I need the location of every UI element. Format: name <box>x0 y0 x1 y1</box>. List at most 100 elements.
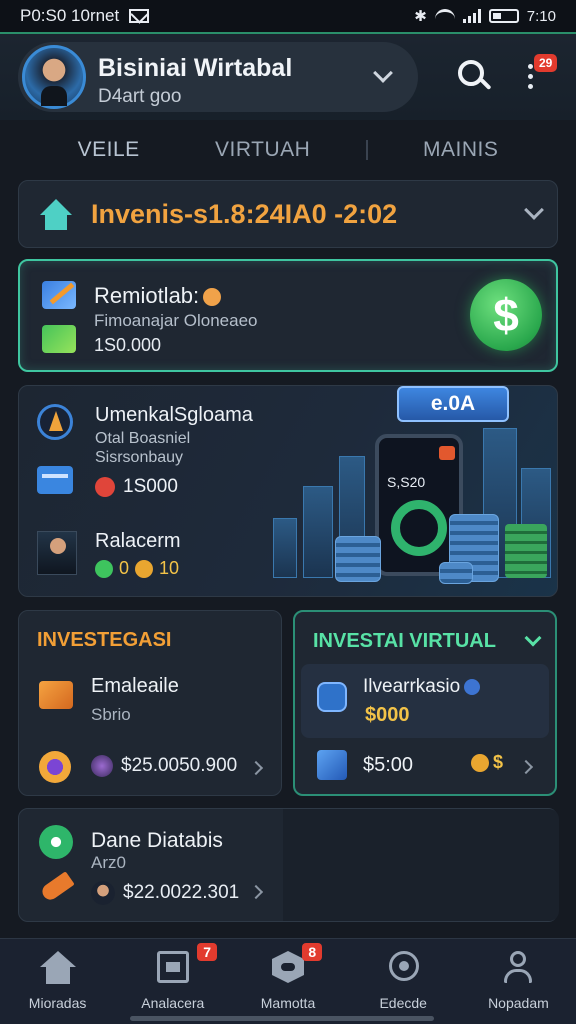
home-indicator[interactable] <box>130 1016 434 1021</box>
tools-icon <box>42 281 76 309</box>
coin-icon <box>91 755 113 777</box>
info-icon <box>464 678 481 695</box>
virtual-amount: $5:00 <box>363 754 414 776</box>
investasi-virtual-card[interactable]: INVESTAI VIRTUAL Ilvearrkasio $000 $5:00… <box>293 610 557 796</box>
bottom-nav: Mioradas 7 Analacera 8 Mamotta Edecde No… <box>0 938 576 1024</box>
notification-badge: 29 <box>534 54 558 72</box>
investasi-amount: $25.0050.900 <box>91 755 237 777</box>
nav-label: Analacera <box>141 995 205 1011</box>
portfolio-hero-card[interactable]: UmenkalSgloama Otal Boasniel Sisrsonbauy… <box>18 385 558 597</box>
account-switcher[interactable]: Bisiniai Wirtabal D4art goo <box>18 42 418 112</box>
nav-item-analacera[interactable]: 7 Analacera <box>115 939 230 1024</box>
hero-title: UmenkalSgloama <box>95 404 253 426</box>
face-icon <box>385 951 421 985</box>
nav-label: Mioradas <box>28 995 87 1011</box>
nav-item-nopadam[interactable]: Nopadam <box>461 939 576 1024</box>
dane-subtitle: Arz0 <box>91 853 126 872</box>
hero-points: 1S000 <box>95 476 178 498</box>
status-time: P0:S0 10rnet <box>20 6 120 25</box>
hero-subtitle-2: Sisrsonbauy <box>95 449 184 466</box>
money-icon <box>42 325 76 353</box>
investasi-item-subtitle: Sbrio <box>91 705 131 724</box>
cash-icon <box>505 524 547 578</box>
virtual-item-name: Ilvearrkasio <box>363 676 481 698</box>
avatar <box>91 881 115 905</box>
dane-card[interactable]: Dane Diatabis Arz0 $22.0022.301 <box>18 808 559 922</box>
chevron-right-icon[interactable] <box>518 759 534 775</box>
promo-amount: 1S0.000 <box>94 335 162 355</box>
virtual-item[interactable]: Ilvearrkasio $000 <box>301 664 549 738</box>
tab-veile[interactable]: VEILE <box>58 130 160 170</box>
investasi-virtual-title: INVESTAI VIRTUAL <box>313 630 496 652</box>
chevron-down-icon[interactable] <box>373 63 393 83</box>
nav-item-mioradas[interactable]: Mioradas <box>0 939 115 1024</box>
investasi-card[interactable]: INVESTEGASI Emaleaile Sbrio $25.0050.900 <box>18 610 282 796</box>
hero-subtitle: Otal Boasniel <box>95 430 191 447</box>
signal-icon <box>462 9 481 23</box>
nav-item-edecde[interactable]: Edecde <box>346 939 461 1024</box>
nav-label: Nopadam <box>488 995 549 1011</box>
battery-icon <box>488 9 519 23</box>
virtual-coin: $ <box>471 752 503 773</box>
gold-coin-icon <box>135 559 154 578</box>
tab-virtuah[interactable]: VIRTUAH <box>195 130 330 170</box>
nav-item-mamotta[interactable]: 8 Mamotta <box>230 939 345 1024</box>
cube-icon <box>317 750 347 780</box>
promo-subtitle: Fimoanajar Oloneaeo <box>94 311 258 330</box>
investasi-item-name: Emaleaile <box>91 675 179 697</box>
dane-panel <box>283 809 559 921</box>
tab-divider <box>365 140 368 160</box>
status-bar: P0:S0 10rnet ✱ 7:10 <box>0 0 576 32</box>
box-icon <box>39 681 73 709</box>
flower-icon <box>39 751 71 783</box>
compass-icon <box>37 404 73 440</box>
green-coin-icon <box>95 559 113 578</box>
virtual-item-value: $000 <box>365 704 410 726</box>
tab-mainis[interactable]: MAINIS <box>403 130 518 170</box>
nav-badge: 8 <box>302 943 323 961</box>
gallery-icon <box>155 951 191 985</box>
coin-stack-icon <box>439 562 473 584</box>
gear-icon <box>39 825 73 859</box>
gold-coin-icon <box>471 753 489 772</box>
profile-icon <box>500 951 536 985</box>
hero-name: Ralacerm <box>95 530 181 552</box>
hexagon-icon <box>270 951 306 985</box>
nav-badge: 7 <box>197 943 217 961</box>
promo-card[interactable]: Remiotlab: Fimoanajar Oloneaeo 1S0.000 $ <box>18 259 558 372</box>
investasi-title: INVESTEGASI <box>37 629 172 651</box>
chevron-right-icon[interactable] <box>248 884 264 900</box>
account-subtitle: D4art goo <box>98 86 182 107</box>
search-button[interactable] <box>458 60 492 94</box>
dane-title: Dane Diatabis <box>91 829 223 852</box>
chevron-down-icon[interactable] <box>524 629 542 647</box>
home-icon <box>39 951 76 985</box>
user-photo <box>37 531 77 575</box>
rate-chip[interactable]: e.0A <box>397 386 509 422</box>
avatar[interactable] <box>22 45 86 109</box>
app-header: Bisiniai Wirtabal D4art goo 29 <box>0 32 576 120</box>
dane-amount: $22.0022.301 <box>91 881 239 905</box>
tab-bar: VEILE VIRTUAH MAINIS <box>0 120 576 180</box>
hexagon-icon <box>317 682 347 712</box>
nav-label: Edecde <box>379 995 427 1011</box>
wifi-icon <box>434 9 455 23</box>
vibrate-icon: ✱ <box>414 8 427 25</box>
coin-stack-icon <box>335 536 381 582</box>
account-name: Bisiniai Wirtabal <box>98 54 293 82</box>
nav-label: Mamotta <box>260 995 316 1011</box>
points-icon <box>95 477 115 497</box>
period-filter-dropdown[interactable]: Invenis-s1.8:24IA0 -2:02 <box>18 180 558 248</box>
home-icon <box>39 199 73 231</box>
rocket-icon <box>39 871 75 903</box>
credit-card-icon <box>37 466 73 494</box>
progress-ring <box>391 500 447 556</box>
status-clock: 7:10 <box>526 7 556 25</box>
hero-coins: 0 10 <box>95 558 179 579</box>
chevron-right-icon[interactable] <box>248 760 264 776</box>
dollar-button[interactable]: $ <box>470 279 542 351</box>
mail-icon <box>129 9 150 23</box>
emoji-icon <box>203 288 222 307</box>
filter-label: Invenis-s1.8:24IA0 -2:02 <box>91 199 398 229</box>
chevron-down-icon <box>524 200 544 220</box>
